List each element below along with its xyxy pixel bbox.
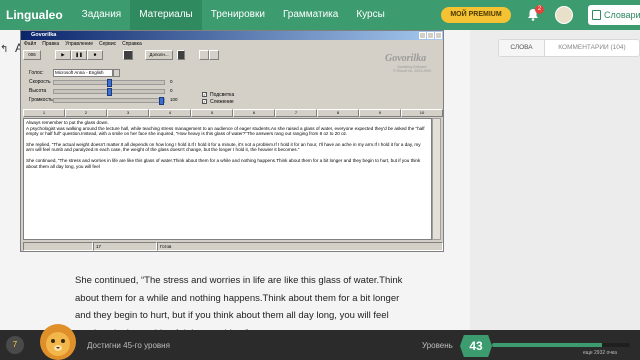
highlight-label: Подсветка [210,92,235,98]
dictionary-label: Словари [604,10,640,20]
menu-edit[interactable]: Правка [42,40,59,48]
menu-help[interactable]: Справка [122,40,142,48]
voice-select[interactable]: Microsoft Anna - English [53,69,113,77]
doc-tab[interactable]: 6 [233,109,275,117]
pitch-label: Высота [29,88,47,94]
window-title: Govorilka [31,32,57,38]
open-icon[interactable] [199,50,209,60]
achievement-text: Достигни 45-го уровня [87,341,170,350]
volume-label: Громкость [29,97,53,103]
app-brand: Govorilka [385,53,427,64]
doc-tab[interactable]: 8 [317,109,359,117]
pitch-value: 0 [170,88,173,93]
close-icon[interactable] [435,32,442,39]
speed-label: Скорость [29,79,51,85]
premium-button[interactable]: МОЙ PREMIUM [441,7,511,23]
editor-paragraph: She replied, “The actual weight doesn't … [26,141,421,153]
doc-tab[interactable]: 9 [359,109,401,117]
bottom-bar: 7 Достигни 45-го уровня Уровень 43 еще 2… [0,330,640,360]
slider-thumb[interactable] [106,79,112,87]
status-text: Готов [157,242,443,251]
tab-words[interactable]: СЛОВА [499,40,545,56]
menu-service[interactable]: Сервис [99,40,116,48]
user-level[interactable]: 7 [6,336,24,354]
tab-comments[interactable]: КОММЕНТАРИИ (104) [545,40,639,56]
book-icon [592,10,601,20]
doc-tab[interactable]: 4 [149,109,191,117]
speed-slider[interactable] [53,79,165,87]
level-badge: 43 [460,335,492,357]
follow-checkbox[interactable]: ✓ [202,99,207,104]
status-empty [23,242,93,251]
toolbar: 006 ▶ ❚❚ ■ Дополн... [23,50,253,60]
play-button[interactable]: ▶ [55,50,71,60]
save-icon[interactable] [123,50,133,60]
xp-progress-bar [492,343,630,347]
avatar[interactable] [555,6,573,24]
minimize-icon[interactable] [419,32,426,39]
govorilka-window: Govorilka Файл Правка Управление Сервис … [20,30,444,252]
right-panel: СЛОВА КОММЕНТАРИИ (104) [470,30,640,330]
slider-thumb[interactable] [106,88,112,96]
logo[interactable]: Lingualeo [0,8,73,22]
record-icon[interactable] [177,50,185,60]
volume-value: 100 [170,97,178,102]
doc-tab[interactable]: 10 [401,109,443,117]
doc-tab[interactable]: 7 [275,109,317,117]
status-line: 17 [93,242,157,251]
editor-paragraph: A psychologist was walking around the le… [26,125,425,137]
nav-courses[interactable]: Курсы [347,0,393,30]
text-editor[interactable]: Always remember to put the glass down. A… [23,118,432,240]
highlight-checkbox[interactable]: ✓ [202,92,207,97]
slider-thumb[interactable] [159,97,164,105]
extra-button[interactable]: Дополн... [145,50,173,60]
nav-tasks[interactable]: Задания [73,0,131,30]
brand-sub-line: © Rusoft Inc. 2003-2009 [393,69,431,73]
nav-trainings[interactable]: Тренировки [202,0,274,30]
export-icon[interactable] [209,50,219,60]
menu-bar: Файл Правка Управление Сервис Справка [21,40,443,48]
pitch-slider[interactable] [53,88,165,96]
window-titlebar: Govorilka [21,31,443,40]
panel-tabs: СЛОВА КОММЕНТАРИИ (104) [498,39,640,57]
pause-button[interactable]: ❚❚ [71,50,87,60]
status-bar: 17 Готов [23,242,443,251]
chevron-down-icon[interactable] [113,69,120,77]
dictionary-button[interactable]: Словари [588,5,640,25]
follow-label: Слежение [210,99,234,105]
xp-progress-fill [492,343,603,347]
level-label: Уровень [422,341,453,350]
menu-control[interactable]: Управление [65,40,93,48]
notification-badge: 2 [535,5,544,14]
doc-tab[interactable]: 5 [191,109,233,117]
maximize-icon[interactable] [427,32,434,39]
doc-tab[interactable]: 2 [65,109,107,117]
doc-tab[interactable]: 1 [23,109,65,117]
share-icon[interactable]: ↰ [0,44,8,55]
top-nav: Lingualeo Задания Материалы Тренировки Г… [0,0,640,30]
file-number[interactable]: 006 [23,50,41,60]
lion-mascot-icon [40,324,76,360]
volume-slider[interactable] [53,97,165,105]
editor-scrollbar[interactable] [432,118,441,240]
document-tabs: 1 2 3 4 5 6 7 8 9 10 [23,109,443,117]
app-root: Lingualeo Задания Материалы Тренировки Г… [0,0,640,360]
nav-grammar[interactable]: Грамматика [274,0,347,30]
menu-file[interactable]: Файл [24,40,36,48]
speed-value: 0 [170,79,173,84]
editor-paragraph: She continued, “The stress and worries i… [26,157,421,169]
xp-remaining: еще 2932 очка [583,350,617,356]
voice-label: Голос: [29,70,44,76]
stop-button[interactable]: ■ [87,50,103,60]
doc-tab[interactable]: 3 [107,109,149,117]
app-brand-sub: Speaking Software © Rusoft Inc. 2003-200… [393,65,431,73]
nav-materials[interactable]: Материалы [130,0,202,30]
